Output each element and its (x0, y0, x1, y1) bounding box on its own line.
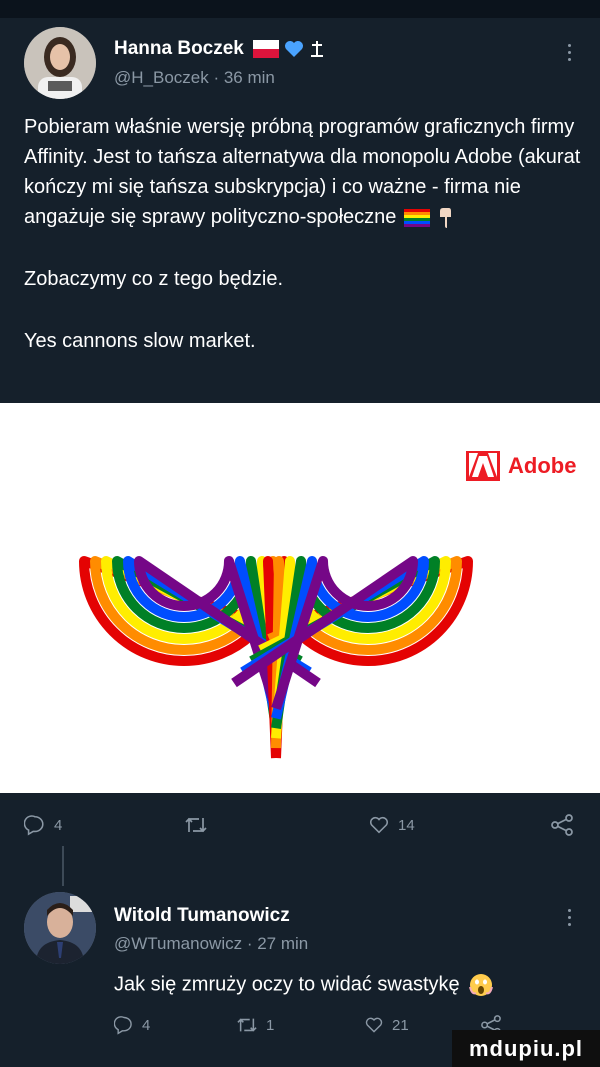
reply-author-handle-time: @WTumanowicz · 27 min (114, 934, 309, 953)
like-icon (369, 816, 389, 834)
avatar-witold[interactable] (24, 892, 96, 964)
reply-like-count: 21 (392, 1016, 409, 1034)
author-name[interactable]: Hanna Boczek (114, 38, 324, 60)
adobe-brand-label: Adobe (508, 453, 577, 478)
reply-retweet-count: 1 (266, 1016, 275, 1034)
site-watermark: mdupiu.pl (452, 1030, 600, 1067)
reply-reply-count: 4 (142, 1016, 151, 1034)
tweet-paragraph-3: Yes cannons slow market. (24, 330, 256, 352)
share-icon (551, 814, 573, 836)
reply-like-button[interactable]: 21 (364, 1015, 409, 1035)
retweet-button[interactable] (184, 814, 216, 836)
thread-connector (62, 846, 64, 886)
reply-author-name[interactable]: Witold Tumanowicz (114, 905, 290, 927)
adobe-logo: Adobe (466, 451, 576, 481)
screaming-face-icon (469, 974, 494, 996)
tweet-paragraph-2: Zobaczymy co z tego będzie. (24, 268, 284, 290)
grave-cross-icon (310, 40, 323, 57)
hand-icon (439, 207, 451, 228)
reply-icon (114, 1016, 132, 1035)
blue-heart-icon (285, 40, 304, 57)
reply-text: Jak się zmruży oczy to widać swastykę (114, 973, 494, 997)
like-icon (365, 1017, 383, 1033)
rainbow-flag-icon (403, 208, 430, 227)
avatar-image (24, 27, 96, 99)
share-button[interactable] (550, 814, 574, 836)
like-button[interactable]: 14 (368, 814, 415, 836)
reply-button[interactable]: 4 (24, 814, 62, 836)
retweet-icon (185, 817, 207, 833)
reply-icon (24, 815, 44, 836)
tweet-paragraph-1: Pobieram właśnie wersję próbną programów… (24, 116, 581, 228)
like-count: 14 (398, 816, 415, 834)
author-handle-time: @H_Boczek · 36 min (114, 68, 275, 87)
avatar-hanna[interactable] (24, 27, 96, 99)
status-bar (0, 0, 600, 18)
tweet-text: Pobieram właśnie wersję próbną programów… (24, 112, 584, 356)
reply-more-icon[interactable] (568, 909, 572, 930)
reply-retweet-button[interactable]: 1 (236, 1015, 274, 1035)
reply-count: 4 (54, 816, 63, 834)
reply-reply-button[interactable]: 4 (114, 1015, 150, 1035)
avatar-image (24, 892, 96, 964)
more-icon[interactable] (568, 44, 572, 65)
retweet-icon (237, 1018, 257, 1032)
adobe-mark-icon (466, 451, 500, 481)
poland-flag-icon (253, 39, 280, 58)
